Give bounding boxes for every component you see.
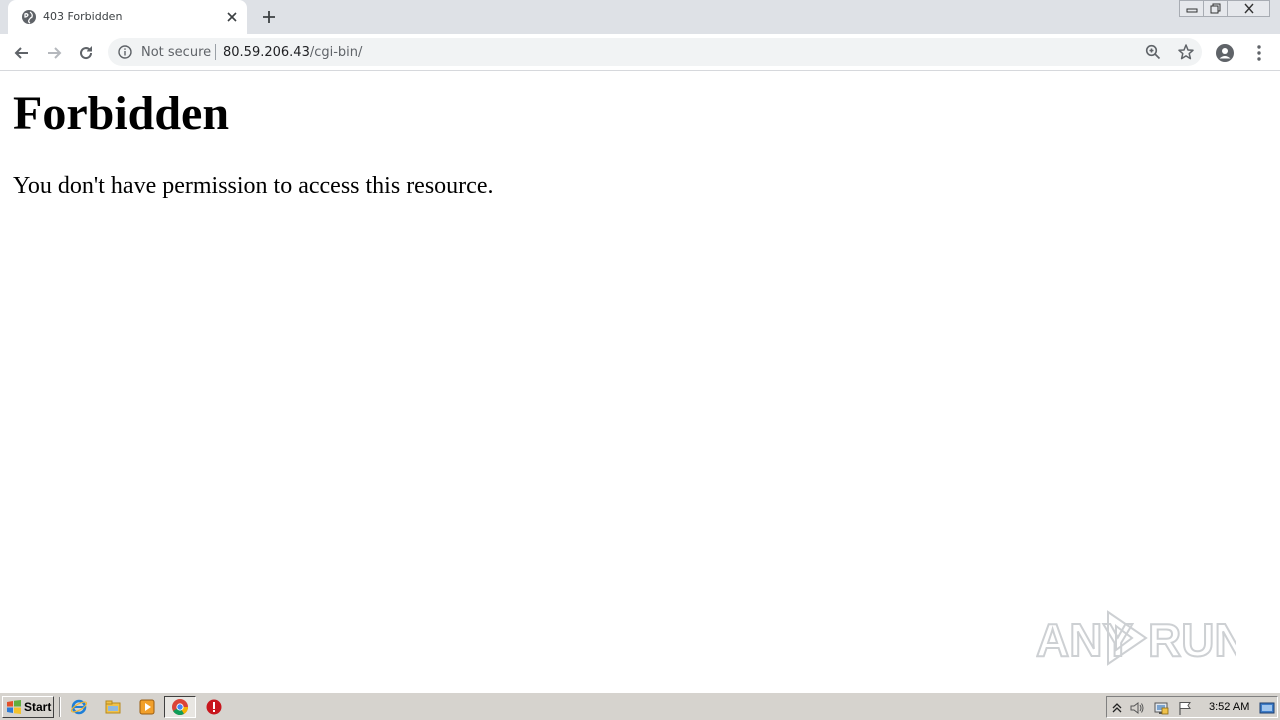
url-host: 80.59.206.43 [223,45,310,60]
chrome-taskbar-button[interactable] [164,696,196,718]
file-explorer-icon[interactable] [104,698,122,716]
watermark-text-right: RUN [1148,614,1236,666]
chrome-icon [172,699,188,715]
info-icon[interactable] [118,45,132,59]
tab-title: 403 Forbidden [43,10,123,23]
taskbar-divider [59,697,61,717]
show-desktop-icon[interactable] [1259,700,1275,716]
tab-strip: 403 Forbidden [0,0,1280,34]
internet-explorer-icon[interactable] [70,698,88,716]
anyrun-watermark: ANY RUN [1036,610,1236,667]
omnibox-divider [215,44,216,60]
window-close-button[interactable] [1227,0,1270,17]
globe-icon [22,10,36,24]
error-message: You don't have permission to access this… [13,173,494,199]
browser-toolbar: Not secure 80.59.206.43/cgi-bin/ [0,34,1280,71]
start-button[interactable]: Start [2,696,54,718]
tab-403-forbidden[interactable]: 403 Forbidden [8,0,247,34]
system-tray: 3:52 AM [1106,696,1278,718]
address-bar[interactable]: Not secure 80.59.206.43/cgi-bin/ [108,38,1202,66]
close-icon[interactable] [224,9,240,25]
minimize-icon [1186,8,1197,12]
window-controls [1179,0,1270,18]
minimize-button[interactable] [1179,0,1204,17]
show-hidden-icons-icon[interactable] [1109,700,1125,716]
security-label[interactable]: Not secure [141,45,211,60]
taskbar: Start 3:52 AM [0,692,1280,720]
window-close-icon [1243,3,1254,14]
taskbar-clock[interactable]: 3:52 AM [1209,701,1249,713]
watermark-text-left: ANY [1036,614,1133,666]
start-label: Start [24,700,52,714]
menu-dots-icon[interactable] [1249,43,1269,63]
windows-logo-icon [7,700,21,714]
security-alert-icon[interactable] [205,698,223,716]
url-path: /cgi-bin/ [309,45,363,60]
reload-icon[interactable] [76,43,96,63]
bookmark-star-icon[interactable] [1177,43,1195,61]
url-text[interactable]: 80.59.206.43/cgi-bin/ [223,45,362,60]
volume-icon[interactable] [1129,700,1145,716]
back-arrow-icon[interactable] [12,43,32,63]
zoom-icon[interactable] [1145,44,1161,60]
forward-arrow-icon[interactable] [44,43,64,63]
new-tab-icon[interactable] [261,9,277,25]
media-player-icon[interactable] [138,698,156,716]
profile-avatar-icon[interactable] [1215,43,1235,63]
action-center-flag-icon[interactable] [1177,700,1193,716]
page-content: Forbidden You don't have permission to a… [0,72,1280,692]
restore-button[interactable] [1203,0,1228,17]
network-icon[interactable] [1153,700,1169,716]
restore-icon [1210,3,1220,14]
page-heading: Forbidden [13,87,230,140]
